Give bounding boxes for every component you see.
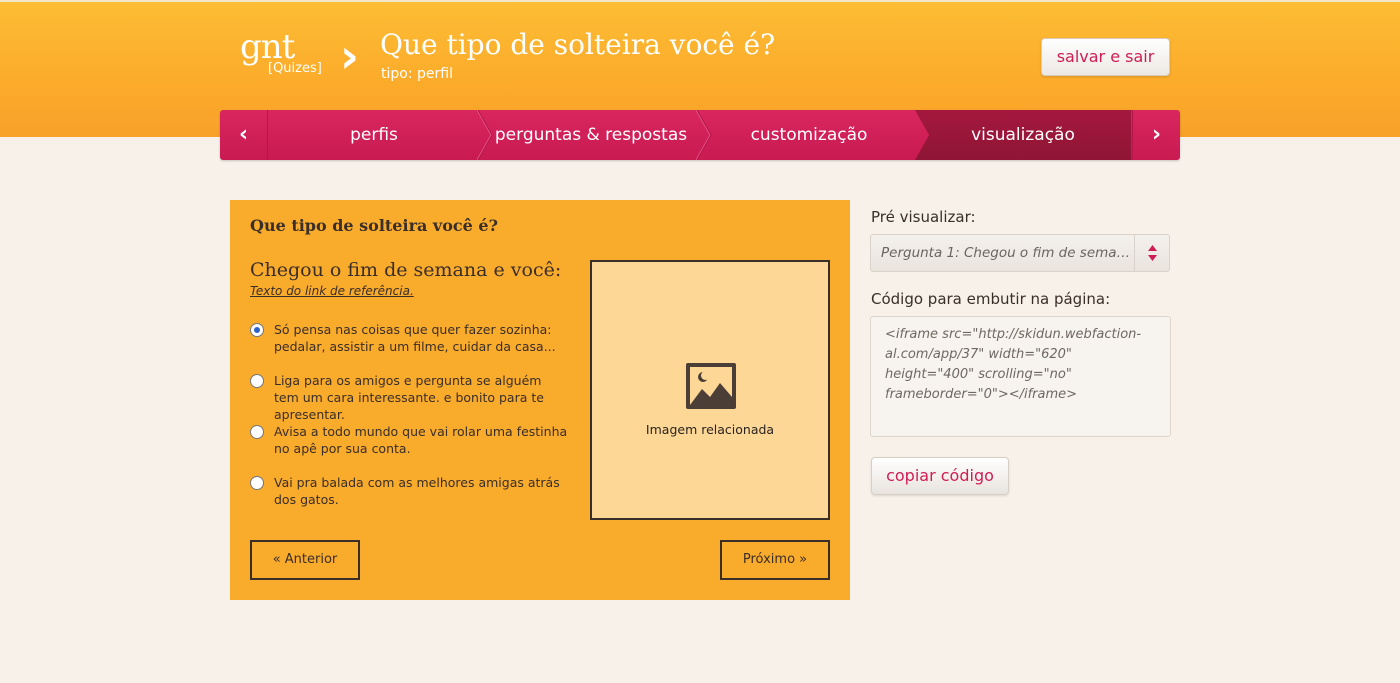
next-button[interactable]: Próximo » <box>720 540 830 580</box>
image-icon <box>686 363 736 409</box>
steps-bar: ‹ perfis perguntas & respostas customiza… <box>220 110 1180 160</box>
radio-button[interactable] <box>250 374 264 388</box>
quiz-title: Que tipo de solteira você é? <box>250 216 498 235</box>
question-text: Chegou o fim de semana e você: <box>250 259 562 281</box>
gnt-logo[interactable]: gnt [Quizes] <box>240 27 322 76</box>
answer-text: Avisa a todo mundo que vai rolar uma fes… <box>274 424 568 456</box>
quiz-preview: Que tipo de solteira você é? Chegou o fi… <box>230 200 850 600</box>
logo-sub-text: [Quizes] <box>268 61 322 76</box>
embed-code-label: Código para embutir na página: <box>871 290 1111 308</box>
select-arrows-icon[interactable] <box>1134 235 1169 271</box>
preview-select-label: Pré visualizar: <box>871 208 976 226</box>
step-perfis[interactable]: perfis <box>269 110 479 160</box>
step-customizacao[interactable]: customização <box>702 110 916 160</box>
page-subtitle: tipo: perfil <box>381 66 453 82</box>
step-perguntas-respostas[interactable]: perguntas & respostas <box>482 110 700 160</box>
page-title: Que tipo de solteira você é? <box>380 28 776 61</box>
logo-main-text: gnt <box>240 27 295 67</box>
embed-code-field[interactable]: <iframe src="http://skidun.webfaction­al… <box>870 316 1171 437</box>
image-caption: Imagem relacionada <box>645 422 775 437</box>
steps-next-icon[interactable]: › <box>1132 110 1180 160</box>
answer-text: Liga para os amigos e pergunta se alguém… <box>274 373 544 422</box>
radio-button[interactable] <box>250 425 264 439</box>
question-select[interactable]: Pergunta 1: Chegou o fim de semana e voc… <box>870 234 1170 272</box>
select-value: Pergunta 1: Chegou o fim de semana e voc… <box>881 245 1136 261</box>
save-exit-button[interactable]: salvar e sair <box>1041 38 1170 76</box>
copy-code-button[interactable]: copiar código <box>871 457 1009 495</box>
reference-link[interactable]: Texto do link de referência. <box>250 284 414 298</box>
previous-button[interactable]: « Anterior <box>250 540 360 580</box>
step-visualizacao[interactable]: visualização <box>915 110 1131 160</box>
answer-text: Só pensa nas coisas que quer fazer sozin… <box>274 322 556 354</box>
radio-button[interactable] <box>250 476 264 490</box>
breadcrumb-chevron-icon: › <box>340 29 359 83</box>
steps-prev-icon[interactable]: ‹ <box>220 110 268 160</box>
radio-button[interactable] <box>250 323 264 337</box>
answer-text: Vai pra balada com as melhores amigas at… <box>274 475 560 507</box>
related-image-placeholder: Imagem relacionada <box>590 260 830 520</box>
